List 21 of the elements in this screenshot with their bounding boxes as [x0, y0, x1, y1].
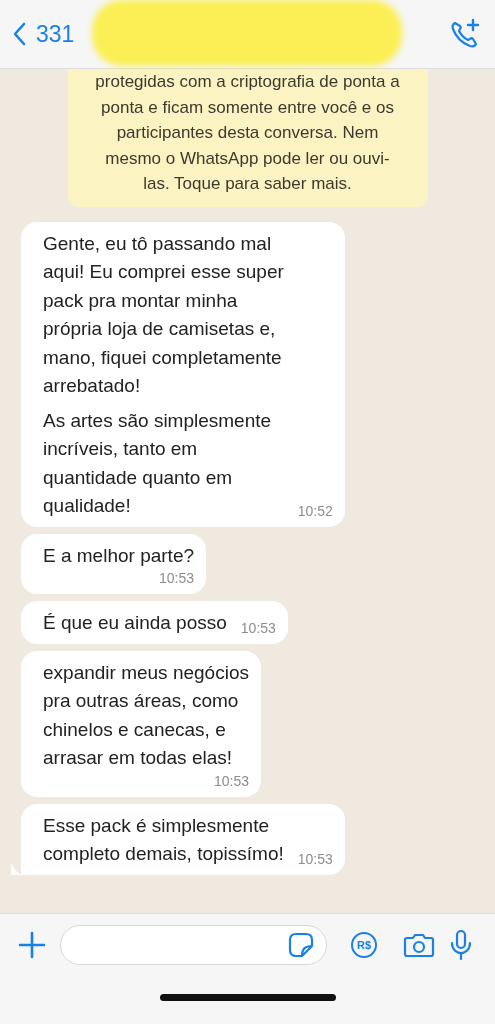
- message-input-field[interactable]: [60, 925, 327, 965]
- payment-button[interactable]: R$: [351, 932, 377, 958]
- encryption-notice[interactable]: protegidas com a criptografia de ponta a ponta e ficam somente entre você e os participantes desta conversa. Nem mesmo o WhatsApp pode ler ou ouvi- las. Toque para saber mais.: [67, 69, 428, 207]
- message-time: 10:53: [240, 619, 276, 636]
- message-time: 10:53: [159, 570, 195, 586]
- message-time: 10:52: [297, 502, 333, 519]
- message-text: expandir meus negócios pra outras áreas, como chinelos e canecas, e arrasar em todas elas!: [43, 660, 249, 770]
- message-text: As artes são simplesmente incríveis, tanto em quantidade quanto em qualidade!: [43, 408, 273, 518]
- message-text: E a melhor parte?: [43, 543, 195, 568]
- message-time: 10:53: [297, 850, 333, 867]
- camera-icon[interactable]: [403, 932, 435, 958]
- message-text: Esse pack é simplesmente completo demais, topissímo!: [43, 813, 284, 866]
- phone-plus-icon[interactable]: [449, 18, 481, 50]
- sticker-icon[interactable]: [288, 932, 314, 958]
- message-time: 10:53: [213, 772, 249, 789]
- message-text: Gente, eu tô passando mal aqui! Eu comprei esse super pack pra montar minha própria loja de camisetas e, mano, fiquei completamente arrebatado!: [43, 231, 284, 398]
- chevron-left-icon: [12, 22, 26, 46]
- microphone-icon[interactable]: [449, 929, 473, 961]
- plus-icon[interactable]: [18, 931, 46, 959]
- back-button[interactable]: 331: [12, 20, 75, 48]
- message-text: É que eu ainda posso: [43, 611, 227, 635]
